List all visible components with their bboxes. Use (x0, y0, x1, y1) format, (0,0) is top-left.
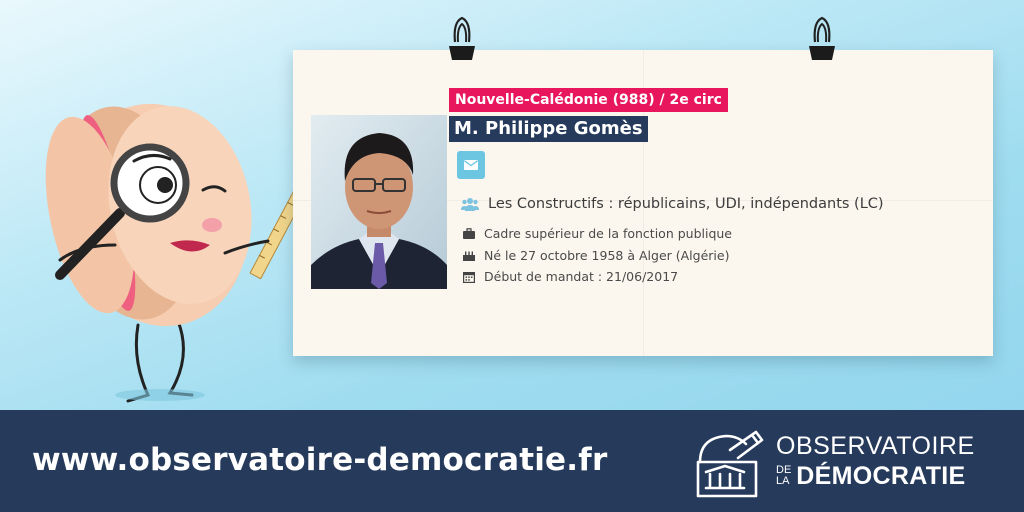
mandate-row: Début de mandat : 21/06/2017 (460, 269, 678, 284)
birthday-cake-icon (460, 250, 478, 261)
binder-clip-icon (449, 16, 475, 60)
circonscription-label: Nouvelle-Calédonie (988) / 2e circ (449, 88, 728, 112)
logo-subtitle: DÉMOCRATIE (796, 462, 966, 490)
logo-la: LA (776, 475, 790, 487)
mandate-text: Début de mandat : 21/06/2017 (484, 269, 679, 284)
observatory-logo-icon (696, 430, 764, 498)
birth-row: Né le 27 octobre 1958 à Alger (Algérie) (460, 248, 729, 263)
briefcase-icon (460, 228, 478, 239)
group-text: Les Constructifs : républicains, UDI, in… (488, 196, 884, 212)
logo-de-la: DE LA (776, 465, 791, 487)
deputy-portrait (311, 115, 447, 289)
logo-wordmark: OBSERVATOIRE DE LA DÉMOCRATIE (776, 432, 975, 490)
calendar-icon (460, 271, 478, 283)
birth-text: Né le 27 octobre 1958 à Alger (Algérie) (484, 248, 730, 263)
users-icon (460, 197, 480, 211)
email-button[interactable] (457, 151, 485, 179)
profession-row: Cadre supérieur de la fonction publique (460, 226, 732, 241)
website-url[interactable]: www.observatoire-democratie.fr (32, 442, 607, 478)
footer-bar: www.observatoire-democratie.fr OBSERVATO… (0, 410, 1024, 512)
observatoire-logo[interactable]: OBSERVATOIRE DE LA DÉMOCRATIE (690, 424, 1000, 504)
logo-title: OBSERVATOIRE (776, 432, 975, 460)
banner-stage: Nouvelle-Calédonie (988) / 2e circ M. Ph… (0, 0, 1024, 410)
deputy-name: M. Philippe Gomès (449, 116, 648, 142)
profession-text: Cadre supérieur de la fonction publique (484, 226, 732, 241)
envelope-icon (464, 160, 478, 170)
parliamentary-group: Les Constructifs : républicains, UDI, in… (460, 196, 884, 212)
binder-clip-icon (809, 16, 835, 60)
